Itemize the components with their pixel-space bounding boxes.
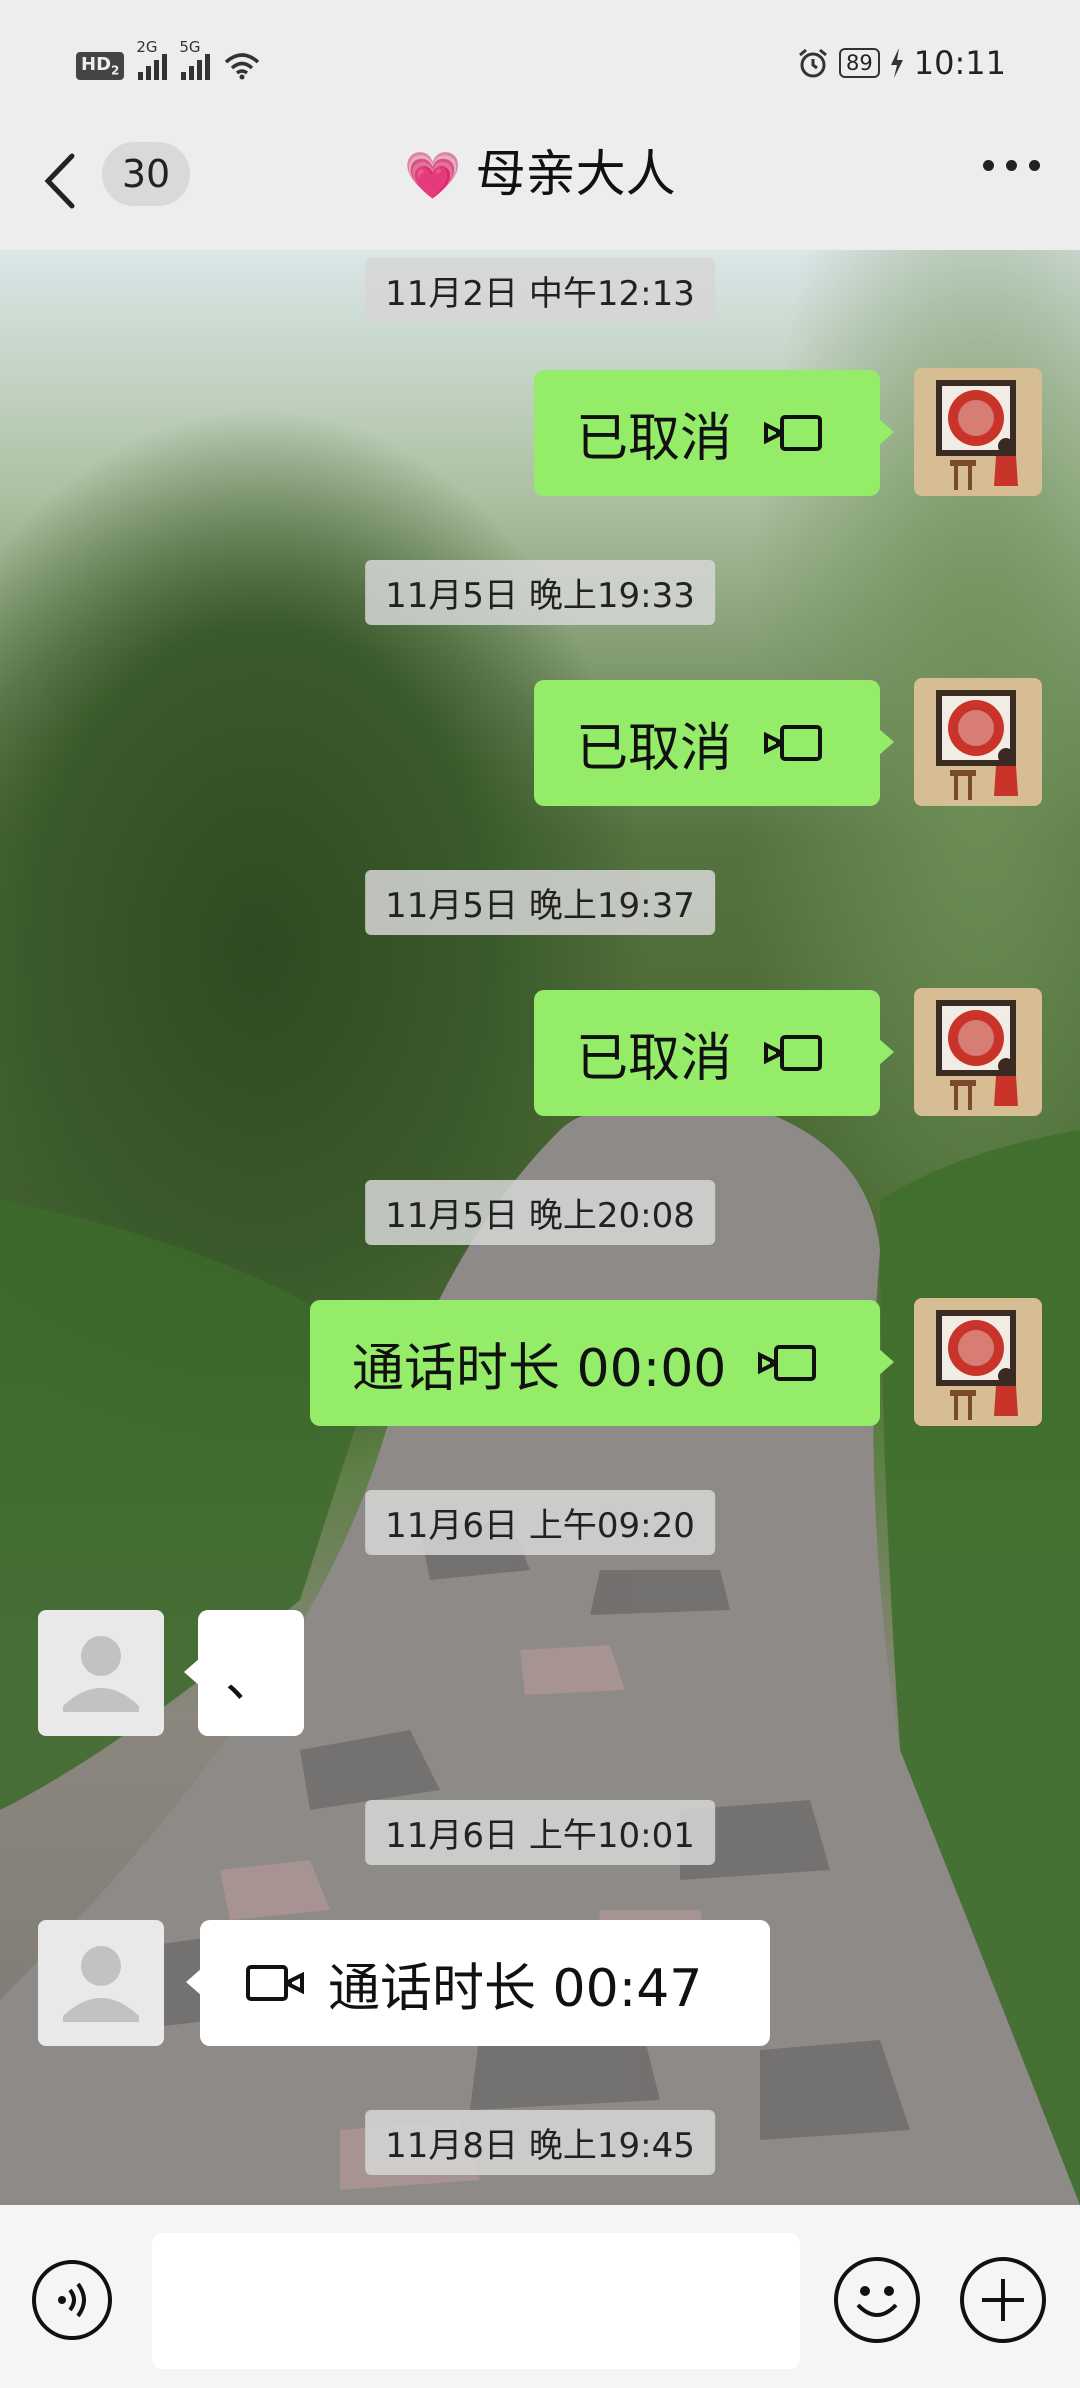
- signal-1-icon: 2G: [136, 38, 168, 80]
- call-duration-text: 通话时长 00:47: [328, 1958, 703, 2019]
- call-record-bubble[interactable]: 通话时长 00:00: [310, 1300, 894, 1426]
- timestamp: 11月2日 中午12:13: [365, 258, 715, 323]
- alarm-icon: [799, 48, 828, 78]
- plus-icon[interactable]: [960, 2257, 1046, 2343]
- video-call-icon: [764, 1035, 823, 1071]
- timestamp: 11月6日 上午10:01: [365, 1800, 715, 1865]
- avatar-papercut-image: [936, 1310, 1018, 1420]
- timestamp: 11月8日 晚上19:45: [365, 2110, 715, 2175]
- battery-level: 89: [839, 48, 880, 78]
- video-call-icon: [758, 1345, 817, 1381]
- default-avatar-icon: [63, 1636, 139, 1712]
- network-indicators: HD2 2G 5G: [76, 38, 260, 80]
- timestamp: 11月5日 晚上20:08: [365, 1180, 715, 1245]
- contact-name: 母亲大人: [475, 145, 676, 203]
- call-status-text: 已取消: [576, 718, 733, 779]
- call-record-bubble[interactable]: 通话时长 00:47: [186, 1920, 770, 2046]
- input-bar: [0, 2205, 1080, 2388]
- message-input[interactable]: [152, 2233, 800, 2369]
- contact-avatar[interactable]: [38, 1920, 164, 2046]
- system-indicators: 89 10:11: [797, 44, 1006, 82]
- voice-input-icon[interactable]: [32, 2260, 112, 2340]
- hd-sub: 2: [111, 64, 120, 78]
- text-message-bubble[interactable]: 、: [184, 1610, 304, 1736]
- my-avatar[interactable]: [914, 1298, 1042, 1426]
- call-record-bubble[interactable]: 已取消: [534, 680, 894, 806]
- timestamp: 11月6日 上午09:20: [365, 1490, 715, 1555]
- emoji-icon[interactable]: [834, 2257, 920, 2343]
- timestamp: 11月5日 晚上19:37: [365, 870, 715, 935]
- avatar-papercut-image: [936, 690, 1018, 800]
- avatar-papercut-image: [936, 1000, 1018, 1110]
- my-avatar[interactable]: [914, 988, 1042, 1116]
- my-avatar[interactable]: [914, 368, 1042, 496]
- chat-area[interactable]: 11月2日 中午12:13 已取消 11月5日 晚上19:33 已取消 11月5…: [0, 250, 1080, 2205]
- charging-icon: [890, 48, 903, 78]
- signal-1-label: 2G: [136, 38, 158, 56]
- call-status-text: 已取消: [576, 408, 733, 469]
- status-bar: HD2 2G 5G 89 10:11: [0, 0, 1080, 120]
- signal-2-icon: 5G: [179, 38, 211, 80]
- page-title: 💗 母亲大人: [0, 142, 1080, 207]
- heart-icon: 💗: [404, 148, 462, 202]
- hd-indicator: HD2: [76, 52, 125, 80]
- message-text: 、: [224, 1648, 277, 1709]
- video-call-icon: [246, 1965, 304, 2001]
- video-call-icon: [764, 725, 823, 761]
- call-record-bubble[interactable]: 已取消: [534, 370, 894, 496]
- call-duration-text: 通话时长 00:00: [352, 1338, 727, 1399]
- video-call-icon: [764, 415, 823, 451]
- clock: 10:11: [913, 44, 1006, 82]
- call-record-bubble[interactable]: 已取消: [534, 990, 894, 1116]
- hd-label: HD: [81, 54, 112, 76]
- more-icon[interactable]: [983, 160, 1040, 171]
- avatar-papercut-image: [936, 380, 1018, 490]
- contact-avatar[interactable]: [38, 1610, 164, 1736]
- wifi-icon: [225, 53, 260, 80]
- call-status-text: 已取消: [576, 1028, 733, 1089]
- timestamp: 11月5日 晚上19:33: [365, 560, 715, 625]
- signal-2-label: 5G: [179, 38, 201, 56]
- chat-header: 30 💗 母亲大人: [0, 120, 1080, 250]
- default-avatar-icon: [63, 1946, 139, 2022]
- my-avatar[interactable]: [914, 678, 1042, 806]
